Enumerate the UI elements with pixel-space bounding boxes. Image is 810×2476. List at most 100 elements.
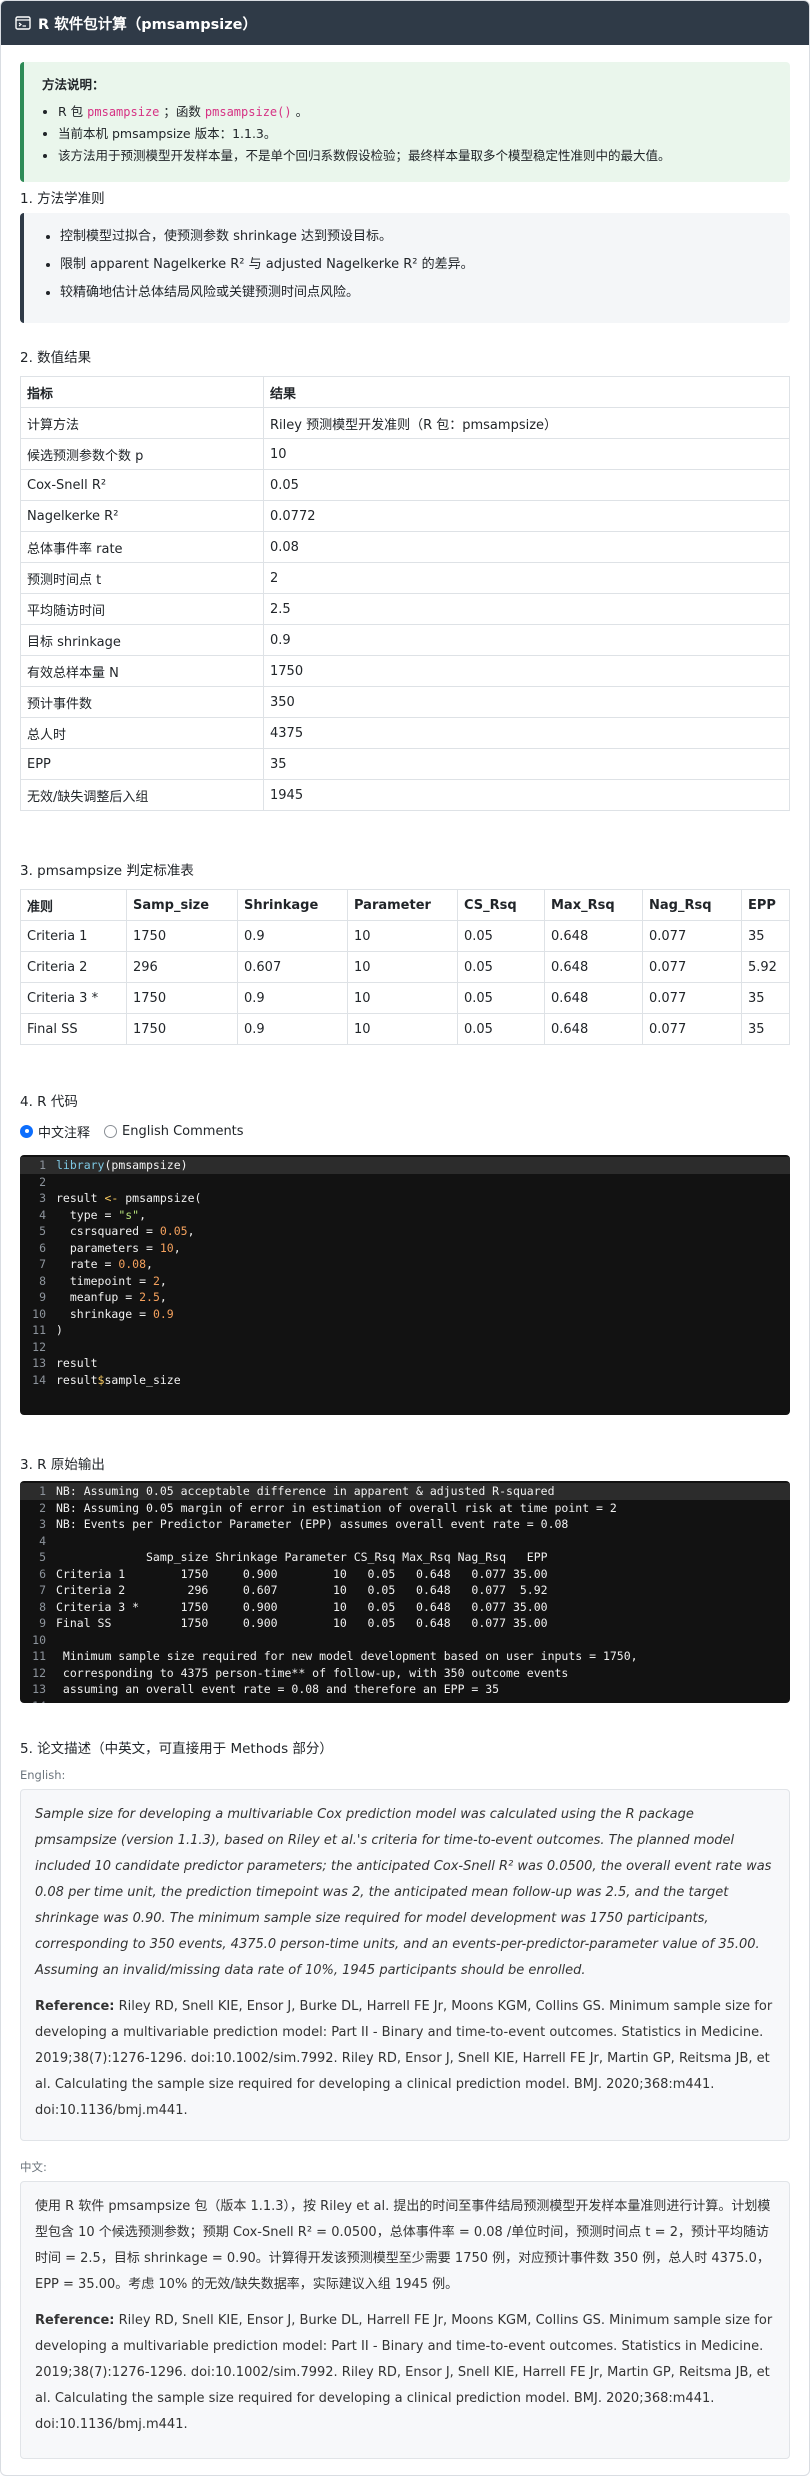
output-line: 10 bbox=[32, 1632, 46, 1647]
method-criteria-box: 控制模型过拟合，使预测参数 shrinkage 达到预设目标。 限制 appar… bbox=[20, 213, 790, 323]
cell: 4375 bbox=[263, 717, 790, 749]
code-line: 4 type = "s", bbox=[39, 1207, 147, 1222]
output-line: 5 Samp_size Shrinkage Parameter CS_Rsq M… bbox=[39, 1550, 548, 1564]
table-row: 预计事件数 350 bbox=[20, 686, 790, 718]
cell: 总体事件率 rate bbox=[20, 531, 264, 563]
cell: Riley 预测模型开发准则（R 包：pmsampsize） bbox=[263, 407, 790, 439]
table-row: 有效总样本量 N 1750 bbox=[20, 655, 790, 687]
output-line: 6 Criteria 1 1750 0.900 10 0.05 0.648 0.0… bbox=[39, 1566, 548, 1581]
criteria-header: Parameter bbox=[347, 889, 458, 921]
output-line: 13 assuming an overall event rate = 0.08… bbox=[32, 1682, 500, 1696]
criteria-header: Nag_Rsq bbox=[642, 889, 742, 921]
cell: 296 bbox=[126, 951, 238, 983]
cell: 10 bbox=[263, 438, 790, 470]
r-output-block[interactable]: 1 NB: Assuming 0.05 acceptable difference… bbox=[20, 1481, 790, 1703]
criteria-item: 较精确地估计总体结局风险或关键预测时间点风险。 bbox=[60, 279, 776, 307]
cell: 0.077 bbox=[642, 982, 742, 1014]
cell: 0.077 bbox=[642, 1013, 742, 1045]
note-title: 方法说明： bbox=[42, 77, 105, 92]
criteria-item: 限制 apparent Nagelkerke R² 与 adjusted Nag… bbox=[60, 251, 776, 279]
code-line: 12 bbox=[32, 1339, 46, 1354]
output-line: 7 Criteria 2 296 0.607 10 0.05 0.648 0.07… bbox=[39, 1583, 548, 1597]
table-row: 总人时 4375 bbox=[20, 717, 790, 749]
cell: 1945 bbox=[263, 779, 790, 811]
cell: Criteria 2 bbox=[20, 951, 127, 983]
chinese-reference: Reference: Riley RD, Snell KIE, Ensor J,… bbox=[35, 2313, 773, 2432]
table-row: Nagelkerke R² 0.0772 bbox=[20, 500, 790, 532]
cell: 0.648 bbox=[544, 982, 643, 1014]
cell: 目标 shrinkage bbox=[20, 624, 264, 656]
cell: 350 bbox=[263, 686, 790, 718]
section-title-results: 2. 数值结果 bbox=[20, 350, 92, 366]
cell: 1750 bbox=[126, 982, 238, 1014]
output-line: 2 NB: Assuming 0.05 margin of error in es… bbox=[39, 1500, 617, 1515]
calculator-card: R 软件包计算（pmsampsize） 方法说明： R 包 pmsampsize… bbox=[0, 0, 810, 2476]
cell: Final SS bbox=[20, 1013, 127, 1045]
table-row: 平均随访时间 2.5 bbox=[20, 593, 790, 625]
cell: 0.9 bbox=[237, 920, 348, 952]
criteria-table-wrap: 准则 Samp_size Shrinkage Parameter CS_Rsq … bbox=[20, 889, 790, 1045]
cell: 候选预测参数个数 p bbox=[20, 438, 264, 470]
cell: Nagelkerke R² bbox=[20, 500, 264, 532]
r-code-block[interactable]: 1 library(pmsampsize) 2 3 result <- pmsamp… bbox=[20, 1155, 790, 1415]
english-description: Sample size for developing a multivariab… bbox=[35, 1807, 772, 1978]
output-line: 9 Final SS 1750 0.900 10 0.05 0.648 0.077… bbox=[39, 1616, 548, 1630]
cell: 0.05 bbox=[457, 920, 545, 952]
note-text: 。 bbox=[295, 104, 309, 119]
criteria-table: 准则 Samp_size Shrinkage Parameter CS_Rsq … bbox=[20, 889, 790, 1045]
cell: 1750 bbox=[126, 1013, 238, 1045]
cell: 35 bbox=[741, 982, 790, 1014]
cell: 0.9 bbox=[237, 1013, 348, 1045]
output-line: 4 bbox=[39, 1533, 46, 1548]
note-item: R 包 pmsampsize ；函数 pmsampsize() 。 bbox=[58, 101, 776, 123]
code-line: 8 timepoint = 2, bbox=[39, 1273, 167, 1288]
code-line: 5 csrsquared = 0.05, bbox=[39, 1224, 195, 1238]
chinese-label: 中文: bbox=[20, 2160, 47, 2174]
table-row: Criteria 1 1750 0.9 10 0.05 0.648 0.077 35 bbox=[20, 920, 790, 952]
cell: 10 bbox=[347, 920, 458, 952]
code-line: 14 result$sample_size bbox=[32, 1372, 181, 1387]
comment-language-toggle: 中文注释 English Comments bbox=[20, 1121, 790, 1141]
radio-en-label[interactable]: English Comments bbox=[122, 1124, 244, 1139]
table-row: 计算方法 Riley 预测模型开发准则（R 包：pmsampsize） bbox=[20, 407, 790, 439]
results-table: 指标 结果 计算方法 Riley 预测模型开发准则（R 包：pmsampsize）… bbox=[20, 376, 790, 811]
criteria-header: 准则 bbox=[20, 889, 127, 921]
terminal-window-icon bbox=[15, 16, 31, 30]
criteria-header: Max_Rsq bbox=[544, 889, 643, 921]
code-line: 10 shrinkage = 0.9 bbox=[32, 1306, 174, 1321]
code-line: 13 result bbox=[32, 1356, 98, 1370]
radio-zh-label[interactable]: 中文注释 bbox=[38, 1122, 90, 1141]
output-line: 12 corresponding to 4375 person-time** o… bbox=[32, 1665, 569, 1680]
cell: 0.08 bbox=[263, 531, 790, 563]
radio-en-comments[interactable] bbox=[104, 1124, 118, 1138]
section-title-code: 4. R 代码 bbox=[20, 1094, 78, 1110]
cell: 0.9 bbox=[263, 624, 790, 656]
code-line: 1 library(pmsampsize) bbox=[20, 1157, 790, 1174]
criteria-header: Samp_size bbox=[126, 889, 238, 921]
cell: 0.05 bbox=[457, 982, 545, 1014]
criteria-header: EPP bbox=[741, 889, 790, 921]
cell: 35 bbox=[741, 920, 790, 952]
radio-zh-comments[interactable] bbox=[20, 1124, 33, 1138]
english-label: English: bbox=[20, 1768, 66, 1782]
section-title-description: 5. 论文描述（中英文，可直接用于 Methods 部分） bbox=[20, 1741, 333, 1757]
code-line: 6 parameters = 10, bbox=[39, 1240, 181, 1255]
cell: 10 bbox=[347, 1013, 458, 1045]
note-text: R 包 bbox=[58, 104, 84, 119]
criteria-item: 控制模型过拟合，使预测参数 shrinkage 达到预设目标。 bbox=[60, 223, 776, 251]
cell: 0.648 bbox=[544, 1013, 643, 1045]
results-header: 指标 bbox=[20, 376, 264, 408]
output-line: 3 NB: Events per Predictor Parameter (EPP… bbox=[39, 1517, 569, 1531]
output-line: 14 bbox=[20, 1698, 790, 1704]
chinese-description: 使用 R 软件 pmsampsize 包（版本 1.1.3），按 Riley e… bbox=[35, 2199, 771, 2292]
results-table-wrap: 指标 结果 计算方法 Riley 预测模型开发准则（R 包：pmsampsize）… bbox=[20, 376, 790, 811]
output-line: 8 Criteria 3 * 1750 0.900 10 0.05 0.648 0… bbox=[39, 1599, 548, 1614]
cell: 0.648 bbox=[544, 920, 643, 952]
table-row: 总体事件率 rate 0.08 bbox=[20, 531, 790, 563]
cell: 预测时间点 t bbox=[20, 562, 264, 594]
cell: 1750 bbox=[126, 920, 238, 952]
criteria-header: CS_Rsq bbox=[457, 889, 545, 921]
table-row: 候选预测参数个数 p 10 bbox=[20, 438, 790, 470]
cell: 10 bbox=[347, 982, 458, 1014]
english-reference: Reference: Riley RD, Snell KIE, Ensor J,… bbox=[35, 1999, 773, 2118]
